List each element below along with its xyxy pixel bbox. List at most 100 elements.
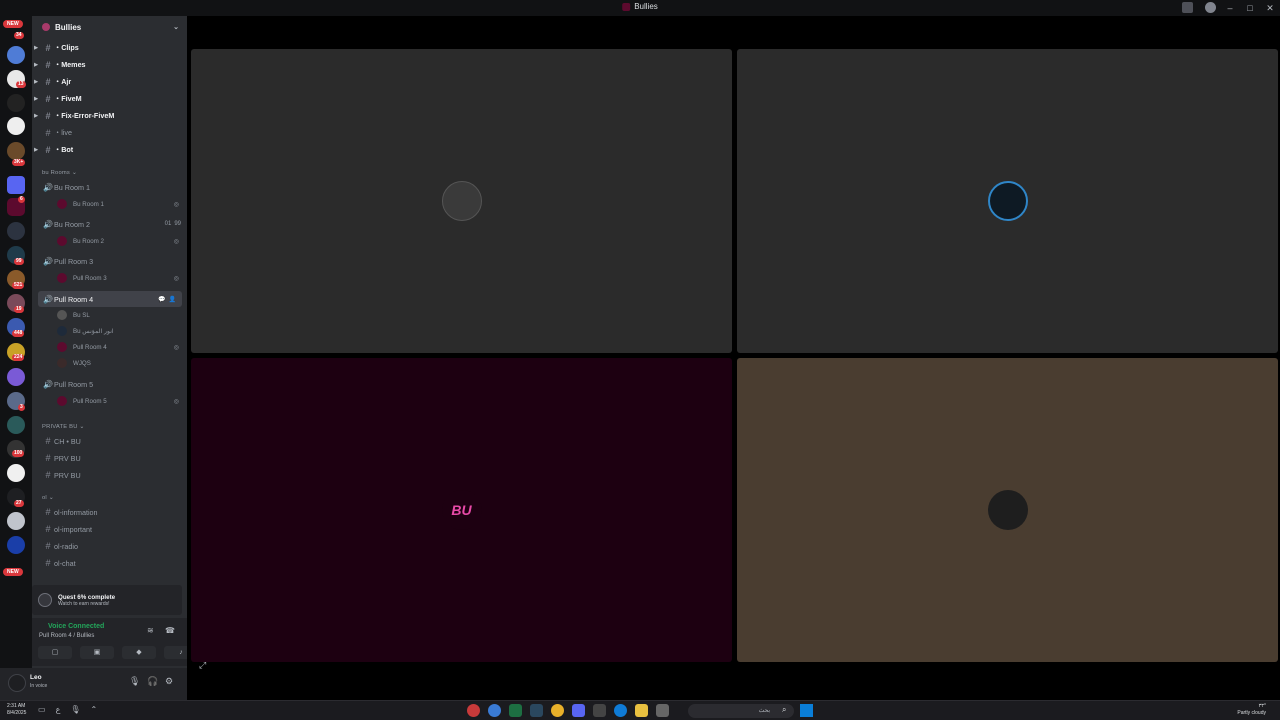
keyboard-icon[interactable]: ع: [56, 705, 61, 714]
search-input[interactable]: بحث: [688, 704, 794, 718]
disconnect-icon[interactable]: ☎: [165, 626, 175, 635]
category-bu-rooms[interactable]: bu Rooms ⌄: [42, 170, 77, 176]
clock[interactable]: 2:31 AM 8/4/2025: [7, 703, 26, 717]
app-icon[interactable]: [467, 704, 480, 717]
server-icon[interactable]: [7, 536, 25, 554]
headphones-icon[interactable]: 🎧: [147, 676, 158, 687]
category-ol[interactable]: ol ⌄: [42, 495, 54, 501]
server-icon[interactable]: [7, 142, 25, 160]
channel-bot[interactable]: ▶ # ・Bot: [32, 142, 187, 158]
channel-fix-error-fivem[interactable]: ▶ # ・Fix-Error-FiveM: [32, 108, 187, 124]
chevron-down-icon[interactable]: ⌄: [173, 23, 179, 31]
inbox-icon[interactable]: [1182, 2, 1193, 13]
chrome-icon[interactable]: [551, 704, 564, 717]
stream-icon: ◎: [173, 275, 179, 282]
voice-member[interactable]: Pull Room 5 ◎: [57, 394, 187, 408]
weather-widget[interactable]: ٣٣° Partly cloudy: [1237, 703, 1266, 717]
channel-ol-radio[interactable]: # ol-radio: [32, 538, 187, 554]
channel-fivem[interactable]: ▶ # ・FiveM: [32, 91, 187, 107]
voice-room[interactable]: Pull Room 4 / Bullies: [39, 633, 94, 639]
voice-status[interactable]: Voice Connected: [48, 623, 104, 630]
search-icon: ⌕: [782, 705, 787, 714]
minimize-button[interactable]: –: [1220, 0, 1240, 16]
server-icon[interactable]: [7, 222, 25, 240]
mic-tray-icon[interactable]: 🎙: [70, 705, 80, 714]
quest-banner[interactable]: Quest 6% complete Watch to earn rewards!: [32, 585, 182, 615]
activity-button[interactable]: ◆: [122, 646, 156, 659]
close-button[interactable]: ✕: [1260, 0, 1280, 16]
server-folder-icon[interactable]: [7, 176, 25, 194]
voice-member[interactable]: Bu Room 1 ◎: [57, 197, 187, 211]
participant-tile[interactable]: [737, 49, 1278, 353]
voice-member[interactable]: Pull Room 3 ◎: [57, 271, 187, 285]
voice-member[interactable]: Bu SL: [57, 308, 187, 322]
voice-channel-bu-room-1[interactable]: 🔊 Bu Room 1: [32, 179, 187, 195]
unread-badge: 3: [18, 404, 25, 411]
server-icon[interactable]: [7, 416, 25, 434]
server-icon[interactable]: [7, 94, 25, 112]
voice-channel-pull-room-5[interactable]: 🔊 Pull Room 5: [32, 376, 187, 392]
channel-prv-bu[interactable]: # PRV BU: [32, 450, 187, 466]
steam-icon[interactable]: [530, 704, 543, 717]
server-icon[interactable]: [7, 117, 25, 135]
discord-icon[interactable]: [572, 704, 585, 717]
app-icon[interactable]: [488, 704, 501, 717]
channel-clips[interactable]: ▶ # ・Clips: [32, 40, 187, 56]
voice-channel-pull-room-4[interactable]: 🔊 Pull Room 4 💬 👤: [38, 291, 182, 307]
channel-ch-bu[interactable]: # CH • BU: [32, 433, 187, 449]
server-icon[interactable]: [7, 46, 25, 64]
add-user-icon[interactable]: 👤: [169, 296, 176, 303]
channel-ol-important[interactable]: # ol-important: [32, 521, 187, 537]
voice-member[interactable]: Pull Room 4 ◎: [57, 340, 187, 354]
category-private-bu[interactable]: PRIVATE BU ⌄: [42, 424, 84, 430]
tray-chevron-icon[interactable]: ⌃: [91, 705, 98, 714]
maximize-button[interactable]: □: [1240, 0, 1260, 16]
file-explorer-icon[interactable]: [635, 704, 648, 717]
channel-live[interactable]: # ・live: [32, 125, 187, 141]
server-icon[interactable]: [7, 464, 25, 482]
voice-channel-pull-room-3[interactable]: 🔊 Pull Room 3: [32, 253, 187, 269]
display-icon[interactable]: ▭: [38, 705, 46, 714]
voice-member[interactable]: Bu انور المؤنس: [57, 324, 187, 338]
help-icon[interactable]: [1205, 2, 1216, 13]
noise-suppression-icon[interactable]: ≋: [147, 626, 154, 635]
channel-prv-bu[interactable]: # PRV BU: [32, 467, 187, 483]
chat-icon[interactable]: 💬: [158, 296, 165, 303]
screen-share-button[interactable]: ▣: [80, 646, 114, 659]
channel-ajr[interactable]: ▶ # ・Ajr: [32, 74, 187, 90]
channel-memes[interactable]: ▶ # ・Memes: [32, 57, 187, 73]
unread-badge: 100: [12, 450, 25, 457]
popout-icon[interactable]: ⤢: [199, 660, 206, 671]
server-icon[interactable]: [7, 512, 25, 530]
user-name[interactable]: Leo: [30, 674, 42, 681]
excel-icon[interactable]: [509, 704, 522, 717]
voice-channel-bu-room-2[interactable]: 🔊 Bu Room 2 01 99: [32, 216, 187, 232]
app-icon[interactable]: [656, 704, 669, 717]
gear-icon[interactable]: ⚙: [165, 676, 173, 687]
participant-tile[interactable]: [191, 49, 732, 353]
hash-icon: #: [45, 94, 51, 104]
unread-badge: 448: [12, 330, 25, 337]
avatar[interactable]: [8, 674, 26, 692]
calendar-icon[interactable]: [593, 704, 606, 717]
server-header[interactable]: Bullies ⌄: [32, 16, 187, 38]
new-pill[interactable]: NEW: [3, 20, 23, 28]
new-pill[interactable]: NEW: [3, 568, 23, 576]
channel-ol-chat[interactable]: # ol-chat: [32, 555, 187, 571]
mic-icon[interactable]: 🎙: [129, 676, 140, 687]
edge-icon[interactable]: [614, 704, 627, 717]
channel-ol-information[interactable]: # ol-information: [32, 504, 187, 520]
voice-member[interactable]: Bu Room 2 ◎: [57, 234, 187, 248]
chevron-right-icon: ▶: [34, 96, 38, 102]
server-icon[interactable]: [7, 368, 25, 386]
chevron-right-icon: ▶: [34, 113, 38, 119]
voice-member[interactable]: WJQS: [57, 356, 187, 370]
windows-start-icon[interactable]: [800, 704, 813, 717]
participant-tile[interactable]: [737, 358, 1278, 662]
hash-icon: #: [45, 77, 51, 87]
participant-tile[interactable]: BU: [191, 358, 732, 662]
avatar: [987, 181, 1028, 221]
hash-icon: #: [45, 145, 51, 155]
hash-icon: #: [45, 558, 51, 568]
camera-button[interactable]: ▢: [38, 646, 72, 659]
